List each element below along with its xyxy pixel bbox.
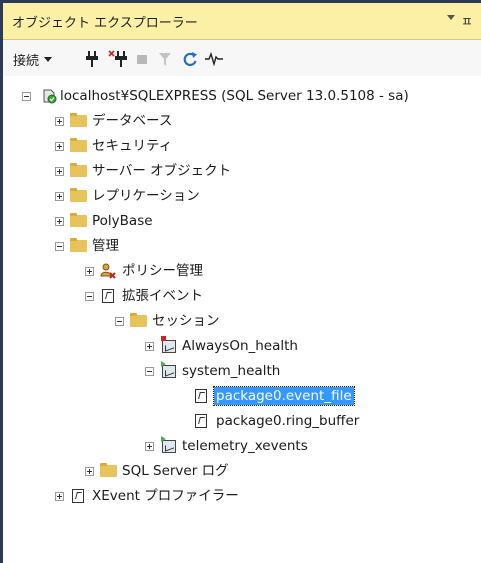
tree-item-alwayson-health[interactable]: AlwaysOn_health <box>3 335 481 357</box>
collapse-icon[interactable] <box>85 292 94 301</box>
toolbar: 接続 <box>3 40 481 76</box>
tree-item-label: localhost¥SQLEXPRESS (SQL Server 13.0.51… <box>60 88 409 104</box>
tree-item-label: レプリケーション <box>92 188 200 204</box>
object-explorer-panel: オブジェクト エクスプローラー ㅍ 接続 localhost¥SQLEXPRES… <box>3 3 481 563</box>
tree-item-extended-events[interactable]: 拡張イベント <box>3 285 481 307</box>
tree-item-label: PolyBase <box>92 213 153 229</box>
tree-item-polybase[interactable]: PolyBase <box>3 210 481 232</box>
expand-icon[interactable] <box>85 467 94 476</box>
target-icon <box>195 389 207 403</box>
tree-item-telemetry-xevents[interactable]: telemetry_xevents <box>3 435 481 457</box>
tree-item-security[interactable]: セキュリティ <box>3 135 481 157</box>
tree-item-label: SQL Server ログ <box>122 463 229 479</box>
tree-item-sql-server-logs[interactable]: SQL Server ログ <box>3 460 481 482</box>
activity-monitor-icon[interactable] <box>204 50 224 68</box>
tree-item-policy-management[interactable]: ポリシー管理 <box>3 260 481 282</box>
tree-item-sessions[interactable]: セッション <box>3 310 481 332</box>
expand-icon[interactable] <box>145 342 154 351</box>
tree-item-xevent-profiler[interactable]: XEvent プロファイラー <box>3 485 481 507</box>
folder-icon <box>70 213 87 227</box>
panel-title: オブジェクト エクスプローラー <box>12 16 198 31</box>
tree-item-server-objects[interactable]: サーバー オブジェクト <box>3 160 481 182</box>
folder-icon <box>130 313 147 327</box>
collapse-icon[interactable] <box>115 317 124 326</box>
tree-item-label: telemetry_xevents <box>182 438 308 454</box>
folder-icon <box>70 138 87 152</box>
tree-item-label: ポリシー管理 <box>122 263 203 279</box>
tree-item-system-health[interactable]: system_health <box>3 360 481 382</box>
running-flag-icon <box>161 436 166 442</box>
tree-item-server[interactable]: localhost¥SQLEXPRESS (SQL Server 13.0.51… <box>3 85 481 107</box>
connect-button[interactable]: 接続 <box>13 50 53 69</box>
title-bar: オブジェクト エクスプローラー ㅍ <box>3 3 481 40</box>
expand-icon[interactable] <box>55 167 64 176</box>
connect-plug-icon[interactable] <box>85 50 99 68</box>
session-running-icon <box>161 436 176 453</box>
folder-icon <box>70 238 87 252</box>
extended-events-icon <box>102 289 114 303</box>
folder-icon <box>70 188 87 202</box>
policy-icon <box>100 263 116 279</box>
tree-item-replication[interactable]: レプリケーション <box>3 185 481 207</box>
tree-item-label: データベース <box>92 113 173 129</box>
tree-item-label: package0.ring_buffer <box>216 413 360 429</box>
tree-item-label: サーバー オブジェクト <box>92 163 232 179</box>
folder-icon <box>70 113 87 127</box>
stop-icon <box>136 50 148 68</box>
expand-icon[interactable] <box>55 492 64 501</box>
folder-icon <box>70 163 87 177</box>
folder-icon <box>100 463 117 477</box>
collapse-icon[interactable] <box>145 367 154 376</box>
tree-item-label: セキュリティ <box>92 138 173 154</box>
tree-item-label: system_health <box>182 363 281 379</box>
dropdown-arrow-icon[interactable] <box>447 15 455 20</box>
expand-icon[interactable] <box>55 217 64 226</box>
running-flag-icon <box>161 361 166 367</box>
session-stopped-icon <box>161 336 176 353</box>
expand-icon[interactable] <box>85 267 94 276</box>
expand-icon[interactable] <box>145 442 154 451</box>
connect-label: 接続 <box>13 53 40 69</box>
pin-icon[interactable]: ㅍ <box>461 11 473 30</box>
filter-icon <box>158 50 172 68</box>
tree-item-event-file[interactable]: package0.event_file <box>3 385 481 407</box>
stopped-flag-icon <box>161 336 166 341</box>
collapse-icon[interactable] <box>55 242 64 251</box>
tree-item-label: 管理 <box>92 238 119 254</box>
tree-item-label: 拡張イベント <box>122 288 203 304</box>
tree-item-label-selected: package0.event_file <box>213 386 355 406</box>
tree-item-ring-buffer[interactable]: package0.ring_buffer <box>3 410 481 432</box>
server-icon <box>41 88 57 104</box>
tree-item-management[interactable]: 管理 <box>3 235 481 257</box>
tree-item-label: AlwaysOn_health <box>182 338 298 354</box>
tree-item-label: セッション <box>152 313 220 329</box>
refresh-icon[interactable] <box>182 50 198 68</box>
xevent-profiler-icon <box>72 489 84 503</box>
expand-icon[interactable] <box>55 142 64 151</box>
chevron-down-icon <box>44 56 53 62</box>
tree-item-databases[interactable]: データベース <box>3 110 481 132</box>
session-running-icon <box>161 361 176 378</box>
collapse-icon[interactable] <box>22 92 31 101</box>
target-icon <box>195 414 207 428</box>
tree-item-label: XEvent プロファイラー <box>92 488 239 504</box>
expand-icon[interactable] <box>55 192 64 201</box>
expand-icon[interactable] <box>55 117 64 126</box>
disconnect-icon[interactable] <box>108 50 128 68</box>
